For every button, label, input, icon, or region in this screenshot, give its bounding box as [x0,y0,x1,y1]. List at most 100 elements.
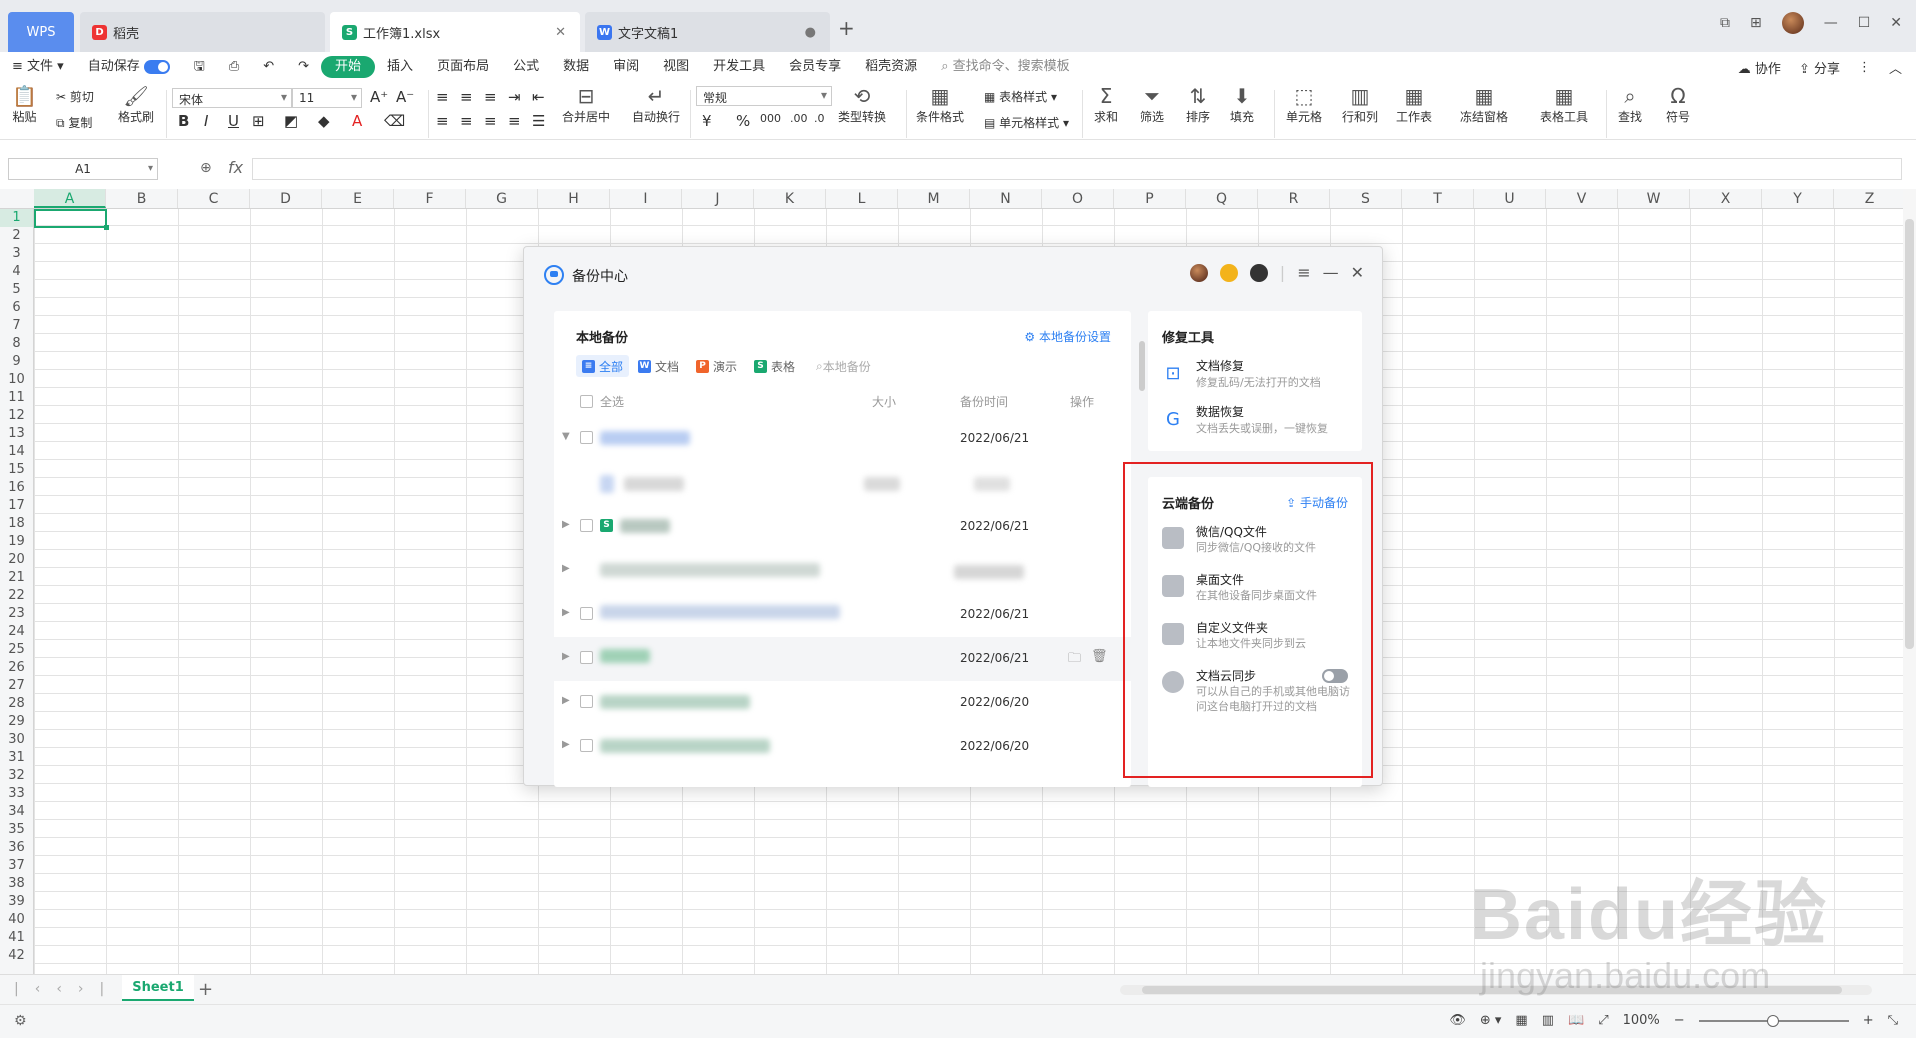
column-header[interactable]: Y [1762,189,1834,208]
table-row[interactable] [554,461,1131,505]
shrink-font-icon[interactable]: A⁻ [396,88,414,106]
autosave-toggle[interactable]: 自动保存 [76,56,182,78]
avatar[interactable] [1781,12,1804,34]
row-header[interactable]: 12 [0,407,33,425]
row-header[interactable]: 16 [0,479,33,497]
row-checkbox[interactable] [580,519,593,532]
row-header[interactable]: 7 [0,317,33,335]
row-header[interactable]: 17 [0,497,33,515]
save-icon[interactable]: 🖫 [182,56,217,78]
font-select[interactable]: 宋体 [172,88,292,108]
symbol-button[interactable]: Ω 符号 [1666,84,1690,125]
row-header[interactable]: 24 [0,623,33,641]
table-style-button[interactable]: ▦ 表格样式 ▾ [984,88,1057,105]
tab-workbook[interactable]: S 工作簿1.xlsx ✕ [330,12,580,52]
column-header[interactable]: I [610,189,682,208]
close-icon[interactable]: ● [805,25,816,40]
type-convert-button[interactable]: ⟲ 类型转换 [838,84,886,125]
tab-page-layout[interactable]: 页面布局 [425,56,501,78]
merge-center-button[interactable]: ⊟ 合并居中 [562,84,610,125]
row-header[interactable]: 42 [0,947,33,965]
row-header[interactable]: 35 [0,821,33,839]
zoom-level[interactable]: 100% [1623,1013,1660,1028]
active-cell[interactable] [34,209,109,230]
row-checkbox[interactable] [580,607,593,620]
row-header[interactable]: 33 [0,785,33,803]
row-header[interactable]: 5 [0,281,33,299]
align-top-icon[interactable]: ≡ [436,88,449,106]
clear-format-icon[interactable]: ⌫ [384,112,405,130]
eye-protection-icon[interactable]: 👁 [1449,1013,1466,1028]
column-header[interactable]: X [1690,189,1762,208]
share-button[interactable]: ⇪ 分享 [1799,58,1840,77]
tab-document[interactable]: W 文字文稿1 ● [585,12,830,52]
more-icon[interactable]: ⋮ [1858,60,1871,75]
format-painter-button[interactable]: 🖌 格式刷 [118,84,154,125]
minimize-icon[interactable]: — [1323,263,1339,282]
column-header[interactable]: E [322,189,394,208]
tab-data[interactable]: 数据 [551,56,601,78]
fullscreen-icon[interactable]: ⤢ [1598,1013,1608,1028]
filter-all[interactable]: ≡ 全部 [576,355,630,377]
filter-slides[interactable]: P 演示 [690,355,743,377]
input-method-icon[interactable]: ⊕ ▾ [1480,1013,1502,1028]
column-header[interactable]: M [898,189,970,208]
percent-icon[interactable]: % [736,112,750,130]
column-header[interactable]: U [1474,189,1546,208]
row-header[interactable]: 11 [0,389,33,407]
undo-icon[interactable]: ↶ [251,56,286,78]
cell-style-button[interactable]: ▤ 单元格样式 ▾ [984,114,1069,131]
align-center-icon[interactable]: ≡ [460,112,473,130]
cell-button[interactable]: ⬚ 单元格 [1286,84,1322,125]
row-header[interactable]: 26 [0,659,33,677]
table-row[interactable]: ▶ S 2022/06/21 [554,505,1131,549]
row-header[interactable]: 14 [0,443,33,461]
underline-icon[interactable]: U [228,112,239,130]
expand-icon[interactable]: ▼ [562,431,570,442]
maximize-icon[interactable]: ☐ [1858,15,1871,31]
table-row[interactable]: ▶ 2022/06/20 [554,725,1131,769]
row-header[interactable]: 2 [0,227,33,245]
formula-input[interactable] [252,158,1902,180]
local-backup-search[interactable]: ⌕ 本地备份 [810,355,877,377]
border-icon[interactable]: ⊞ [252,112,265,130]
bold-icon[interactable]: B [178,112,189,130]
row-header[interactable]: 39 [0,893,33,911]
row-header[interactable]: 20 [0,551,33,569]
normal-view-icon[interactable]: ▦ [1515,1013,1527,1028]
fill-button[interactable]: ⬇ 填充 [1230,84,1254,125]
column-header[interactable]: F [394,189,466,208]
vertical-scrollbar[interactable] [1903,189,1916,974]
row-header[interactable]: 22 [0,587,33,605]
outdent-icon[interactable]: ⇤ [532,88,545,106]
column-header[interactable]: N [970,189,1042,208]
tab-insert[interactable]: 插入 [375,56,425,78]
sum-button[interactable]: Σ 求和 [1094,84,1118,125]
row-header[interactable]: 31 [0,749,33,767]
copy-button[interactable]: ⧉ 复制 [56,114,92,131]
row-col-button[interactable]: ▥ 行和列 [1342,84,1378,125]
close-window-icon[interactable]: ✕ [1890,15,1902,31]
table-row[interactable]: ▶ 2022/06/21 [554,593,1131,637]
row-header[interactable]: 13 [0,425,33,443]
column-header[interactable]: L [826,189,898,208]
filter-sheets[interactable]: S 表格 [748,355,801,377]
column-header[interactable]: R [1258,189,1330,208]
column-header[interactable]: V [1546,189,1618,208]
row-header[interactable]: 1 [0,209,33,227]
zoom-out-icon[interactable]: − [1674,1013,1685,1028]
collapse-ribbon-icon[interactable]: ︿ [1889,58,1902,77]
table-row[interactable]: ▼ 2022/06/21 [554,417,1131,461]
column-header[interactable]: B [106,189,178,208]
italic-icon[interactable]: I [204,112,208,130]
row-header[interactable]: 9 [0,353,33,371]
indent-icon[interactable]: ⇥ [508,88,521,106]
table-tools-button[interactable]: ▦ 表格工具 [1540,84,1588,125]
close-icon[interactable]: ✕ [1351,263,1364,282]
tab-view[interactable]: 视图 [651,56,701,78]
row-header[interactable]: 27 [0,677,33,695]
tab-developer[interactable]: 开发工具 [701,56,777,78]
row-header[interactable]: 23 [0,605,33,623]
align-middle-icon[interactable]: ≡ [460,88,473,106]
row-checkbox[interactable] [580,739,593,752]
